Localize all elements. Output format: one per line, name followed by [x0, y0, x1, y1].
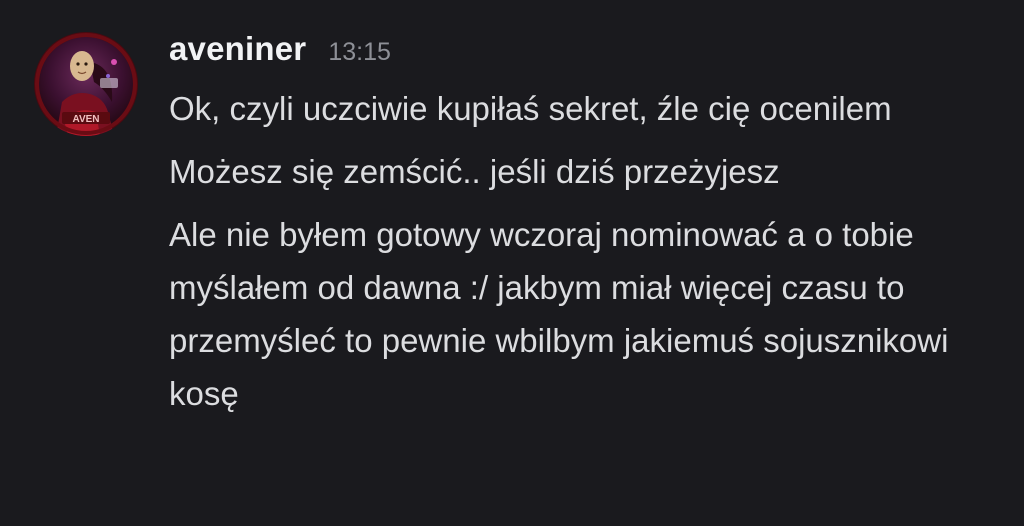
- user-avatar[interactable]: AVEN: [34, 32, 138, 136]
- message-text: Ale nie byłem gotowy wczoraj nominować a…: [169, 216, 949, 412]
- message-header: aveniner 13:15: [169, 30, 999, 74]
- timestamp: 13:15: [328, 38, 391, 66]
- svg-text:AVEN: AVEN: [72, 114, 99, 125]
- chat-message-group: AVEN aveniner 13:15 Ok, czyli uczciwie k…: [0, 0, 1024, 526]
- message-text: Ok, czyli uczciwie kupiłaś sekret, źle c…: [169, 90, 892, 127]
- message-content: aveniner 13:15 Ok, czyli uczciwie kupiła…: [169, 30, 999, 420]
- username[interactable]: aveniner: [169, 30, 306, 68]
- avatar-image: AVEN: [34, 32, 138, 136]
- message-text: Możesz się zemścić.. jeśli dziś przeżyje…: [169, 153, 780, 190]
